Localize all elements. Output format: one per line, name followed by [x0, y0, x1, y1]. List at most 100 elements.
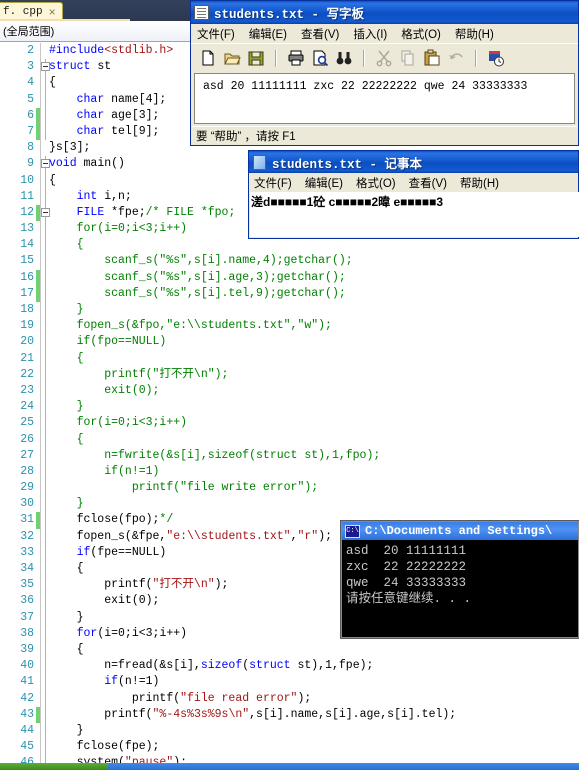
code-line-text: printf("打不开\n"); — [49, 367, 229, 381]
code-line-text: } — [49, 610, 84, 624]
code-line[interactable]: 16 scanf_s("%s",s[i].age,3);getchar(); — [0, 269, 579, 286]
code-line[interactable]: 21 { — [0, 351, 579, 367]
notepad-title-text: students.txt - 记事本 — [272, 157, 423, 172]
code-line-text: scanf_s("%s",s[i].tel,9);getchar(); — [49, 286, 346, 300]
code-line[interactable]: 18 } — [0, 302, 579, 318]
notepad-menu-view[interactable]: 查看(V) — [409, 175, 447, 191]
wordpad-menu-view[interactable]: 查看(V) — [301, 26, 339, 42]
code-line-text: printf("file write error"); — [49, 481, 319, 495]
paste-icon[interactable] — [423, 49, 441, 67]
start-button[interactable] — [0, 763, 108, 770]
code-line-text: exit(0); — [49, 594, 160, 608]
wordpad-title-text: students.txt - 写字板 — [214, 8, 365, 22]
new-document-icon[interactable] — [199, 49, 217, 67]
line-number: 3 — [27, 60, 34, 74]
code-line[interactable]: 44 } — [0, 723, 579, 739]
line-number: 8 — [27, 141, 34, 155]
code-line[interactable]: 29 printf("file write error"); — [0, 480, 579, 496]
find-binoculars-icon[interactable] — [335, 49, 353, 67]
code-line-text: printf("打不开\n"); — [49, 578, 229, 592]
editor-tab-label: f. cpp — [3, 6, 43, 18]
line-number: 29 — [20, 481, 34, 495]
console-title-bar[interactable]: C:\ C:\Documents and Settings\ — [342, 522, 578, 540]
code-line[interactable]: 23 exit(0); — [0, 383, 579, 399]
wordpad-menu-bar[interactable]: 文件(F) 编辑(E) 查看(V) 插入(I) 格式(O) 帮助(H) — [191, 24, 578, 43]
code-line-text: { — [49, 351, 84, 365]
code-line[interactable]: 40 n=fread(&s[i],sizeof(struct st),1,fpe… — [0, 658, 579, 674]
console-line: asd 20 11111111 — [346, 544, 467, 558]
line-number: 2 — [27, 44, 34, 57]
code-line[interactable]: 14 { — [0, 237, 579, 253]
save-disk-icon[interactable] — [247, 49, 265, 67]
code-line[interactable]: 25 for(i=0;i<3;i++) — [0, 415, 579, 431]
print-icon[interactable] — [287, 49, 305, 67]
line-number: 26 — [20, 432, 34, 446]
wordpad-menu-format[interactable]: 格式(O) — [401, 26, 441, 42]
code-line-text: char age[3]; — [76, 108, 160, 122]
wordpad-menu-insert[interactable]: 插入(I) — [353, 26, 387, 42]
wordpad-title-bar[interactable]: students.txt - 写字板 — [191, 1, 578, 24]
code-line[interactable]: 42 printf("file read error"); — [0, 691, 579, 707]
code-line[interactable]: 20 if(fpo==NULL) — [0, 334, 579, 350]
notepad-title-bar[interactable]: students.txt - 记事本 — [249, 151, 578, 173]
code-line[interactable]: 30 } — [0, 496, 579, 512]
wordpad-menu-file[interactable]: 文件(F) — [197, 26, 235, 42]
code-line[interactable]: 45 fclose(fpe); — [0, 739, 579, 755]
date-time-icon[interactable] — [487, 49, 505, 67]
code-line[interactable]: 17 scanf_s("%s",s[i].tel,9);getchar(); — [0, 285, 579, 302]
toolbar-separator-3 — [475, 49, 477, 67]
wordpad-toolbar[interactable] — [191, 43, 578, 72]
code-line[interactable]: 28 if(n!=1) — [0, 464, 579, 480]
code-line[interactable]: 15 scanf_s("%s",s[i].name,4);getchar(); — [0, 253, 579, 269]
notepad-document-area[interactable]: 溠d■■■■■1砼 c■■■■■2暐 e■■■■■3 — [250, 192, 579, 237]
line-number: 33 — [20, 545, 34, 559]
line-number: 30 — [20, 497, 34, 511]
open-folder-icon[interactable] — [223, 49, 241, 67]
wordpad-status-text: 要 “帮助” ，请按 F1 — [196, 130, 296, 143]
code-line-text: fclose(fpe); — [49, 740, 160, 754]
code-line[interactable]: 19 fopen_s(&fpo,"e:\\students.txt","w"); — [0, 318, 579, 334]
command-prompt-window[interactable]: C:\ C:\Documents and Settings\ asd 20 11… — [341, 521, 579, 638]
line-number: 16 — [20, 270, 34, 284]
wordpad-document-area[interactable]: asd 20 11111111 zxc 22 22222222 qwe 24 3… — [194, 73, 575, 124]
code-line[interactable]: 27 n=fwrite(&s[i],sizeof(struct st),1,fp… — [0, 448, 579, 464]
line-number: 7 — [27, 124, 34, 138]
line-number: 36 — [20, 594, 34, 608]
notepad-menu-edit[interactable]: 编辑(E) — [305, 175, 343, 191]
code-line-text: char tel[9]; — [76, 124, 160, 138]
wordpad-menu-help[interactable]: 帮助(H) — [455, 26, 494, 42]
wordpad-menu-edit[interactable]: 编辑(E) — [249, 26, 287, 42]
windows-taskbar[interactable] — [0, 763, 579, 770]
code-line-text: printf("%-4s%3s%9s\n",s[i].name,s[i].age… — [49, 707, 457, 721]
code-line[interactable]: 26 { — [0, 432, 579, 448]
line-number: 42 — [20, 691, 34, 705]
line-number: 10 — [20, 173, 34, 187]
code-line-text: n=fread(&s[i],sizeof(struct st),1,fpe); — [49, 659, 374, 673]
code-line[interactable]: 22 printf("打不开\n"); — [0, 367, 579, 383]
wordpad-window[interactable]: students.txt - 写字板 文件(F) 编辑(E) 查看(V) 插入(… — [190, 0, 579, 146]
line-number: 9 — [27, 157, 34, 171]
change-marker — [36, 107, 40, 124]
notepad-menu-file[interactable]: 文件(F) — [254, 175, 292, 191]
close-icon[interactable]: × — [49, 6, 56, 18]
line-number: 37 — [20, 610, 34, 624]
print-preview-icon[interactable] — [311, 49, 329, 67]
code-line[interactable]: 43 printf("%-4s%3s%9s\n",s[i].name,s[i].… — [0, 706, 579, 723]
line-number: 6 — [27, 108, 34, 122]
code-line[interactable]: 39 { — [0, 642, 579, 658]
code-line-text: } — [49, 400, 84, 414]
code-line[interactable]: 46 system("pause"); — [0, 755, 579, 763]
notepad-menu-help[interactable]: 帮助(H) — [460, 175, 499, 191]
code-line-text: { — [49, 562, 84, 575]
code-line-text: char name[4]; — [76, 92, 167, 106]
line-number: 40 — [20, 659, 34, 673]
code-line-text: { — [49, 432, 84, 446]
notepad-menu-bar[interactable]: 文件(F) 编辑(E) 格式(O) 查看(V) 帮助(H) — [249, 173, 578, 192]
code-line[interactable]: 24 } — [0, 399, 579, 415]
code-line-text: system("pause"); — [49, 756, 188, 763]
notepad-window[interactable]: students.txt - 记事本 文件(F) 编辑(E) 格式(O) 查看(… — [248, 150, 579, 239]
notepad-app-icon — [253, 154, 266, 170]
notepad-menu-format[interactable]: 格式(O) — [356, 175, 396, 191]
code-line-text: n=fwrite(&s[i],sizeof(struct st),1,fpo); — [49, 448, 381, 462]
code-line[interactable]: 41 if(n!=1) — [0, 674, 579, 690]
